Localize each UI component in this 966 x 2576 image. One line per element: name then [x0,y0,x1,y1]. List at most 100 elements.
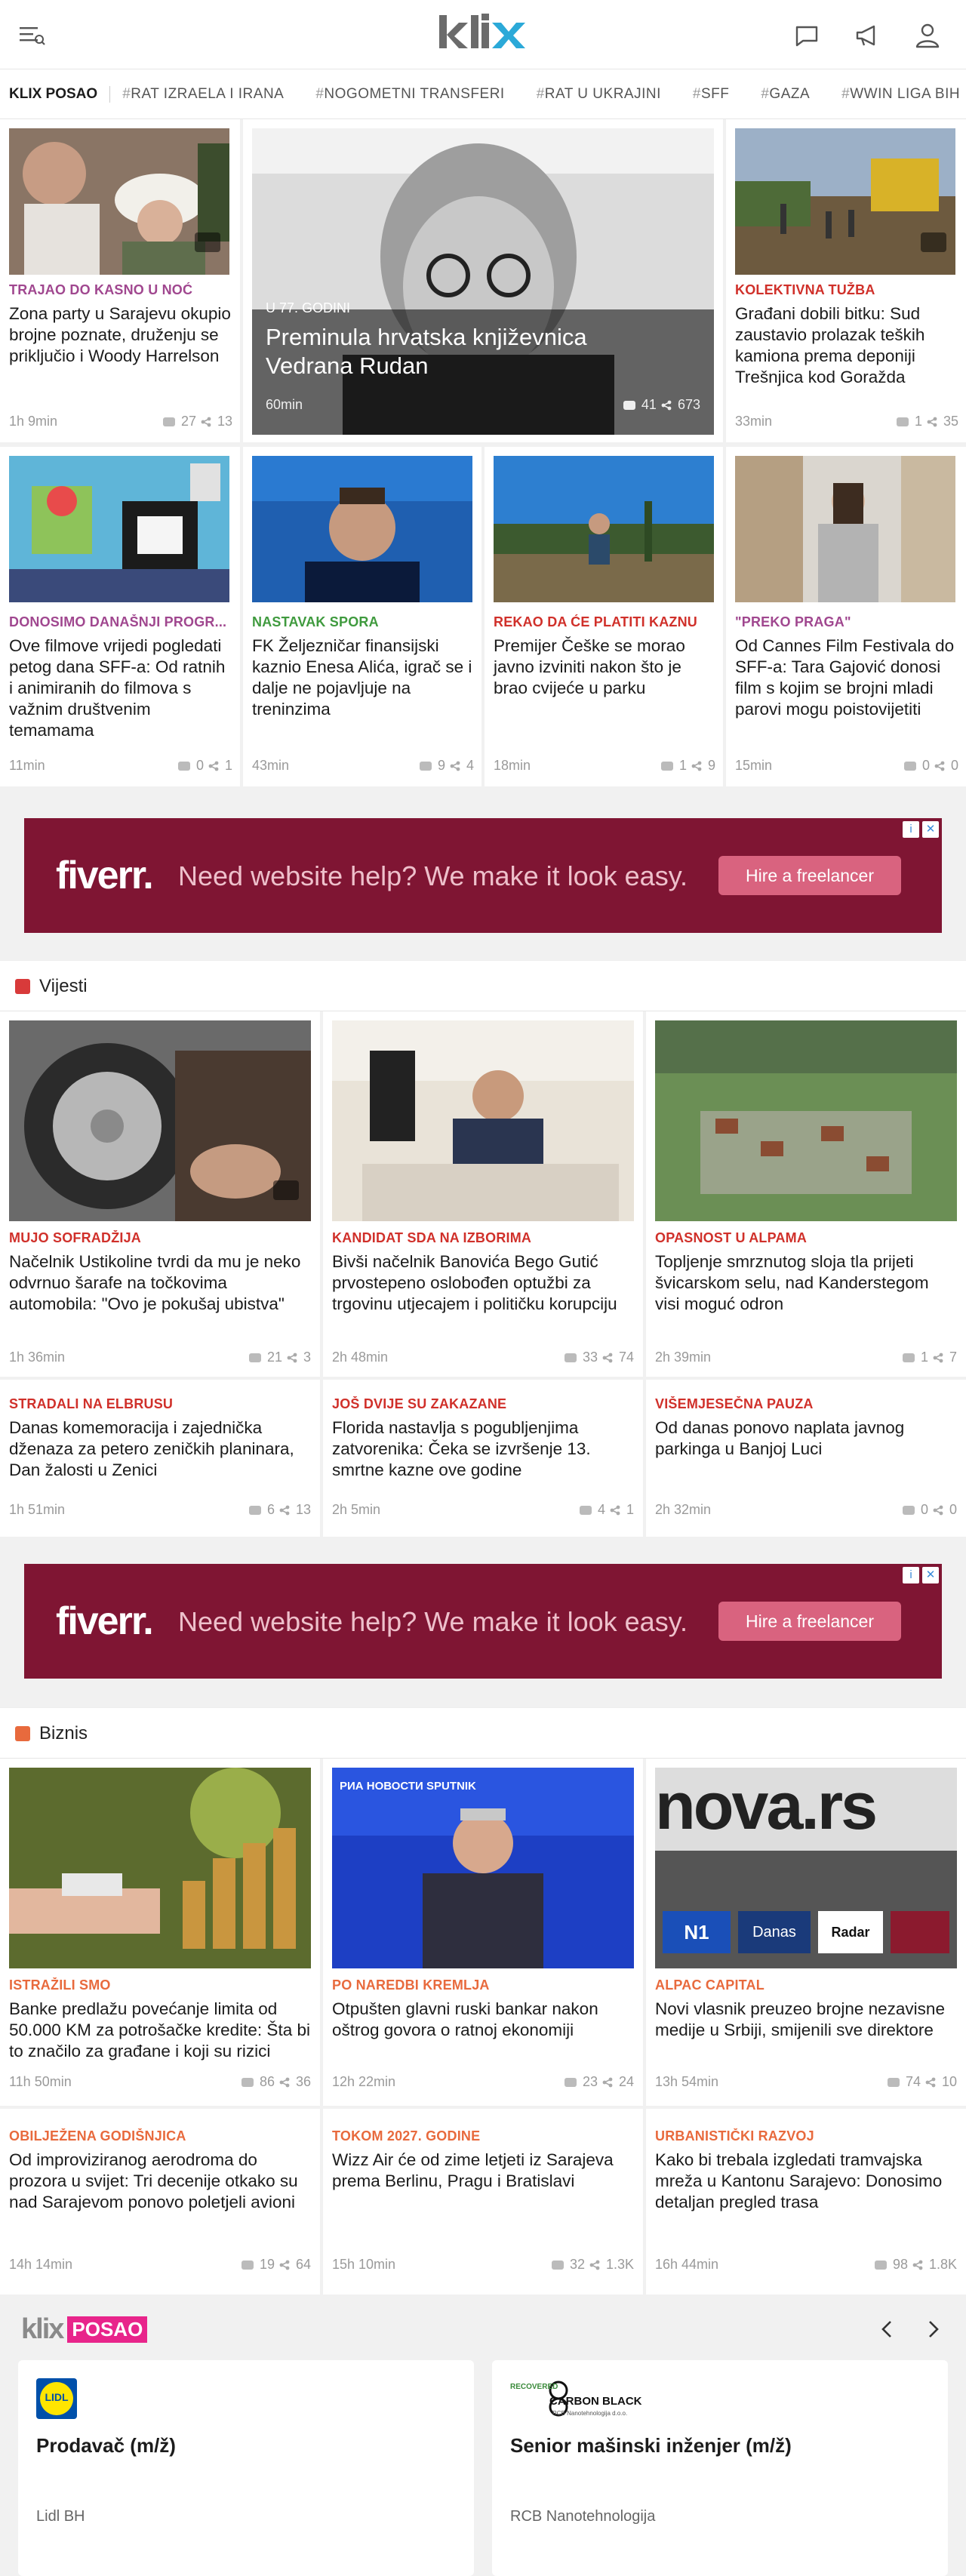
ad-info-icon[interactable]: i [903,1567,919,1583]
article-title: Ove filmove vrijedi pogledati petog dana… [9,636,226,740]
tag-link[interactable]: #WWIN LIGA BIH [841,86,960,103]
share-count: 13 [217,414,232,429]
article-meta: 2h 48min 33 74 [332,1350,634,1365]
section-header-biznis[interactable]: Biznis [0,1707,966,1759]
article-card[interactable]: REKAO DA ĆE PLATITI KAZNU Premijer Češke… [485,447,723,786]
share-icon [201,417,211,426]
posao-logo-badge: POSAO [67,2316,148,2343]
article-card[interactable]: nova.rs N1 Danas Radar ALPAC CAPITAL Nov… [646,1759,966,2106]
article-card[interactable]: MUJO SOFRADŽIJA Načelnik Ustikoline tvrd… [0,1011,320,1377]
article-time: 13h 54min [655,2074,719,2089]
chevron-left-icon[interactable] [877,2317,898,2341]
ad-info-icon[interactable]: i [903,821,919,838]
article-card[interactable]: TRAJAO DO KASNO U NOĆ Zona party u Saraj… [0,119,240,442]
comment-count: 41 [641,397,657,412]
article-card[interactable]: ISTRAŽILI SMO Banke predlažu povećanje l… [0,1759,320,2106]
tag-link[interactable]: #RAT U UKRAJINI [537,86,661,103]
megaphone-icon[interactable] [853,21,881,50]
fiverr-ad-banner[interactable]: fiverr. Need website help? We make it lo… [24,1564,942,1679]
comment-count: 1 [914,414,922,429]
ad-close-icon[interactable]: ✕ [922,821,939,838]
chevron-right-icon[interactable] [922,2317,943,2341]
hash-icon: # [122,85,131,102]
comment-count: 23 [582,2074,598,2089]
article-category: MUJO SOFRADŽIJA [9,1230,142,1245]
comment-icon [887,2077,900,2087]
article-meta: 2h 5min 4 1 [332,1502,634,1518]
ad-close-icon[interactable]: ✕ [922,1567,939,1583]
job-card[interactable]: RECOVERED CARBON BLACK RCB Nanotehnologi… [492,2360,948,2576]
article-card[interactable]: STRADALI NA ELBRUSU Danas komemoracija i… [0,1380,320,1537]
share-icon [661,400,672,410]
article-category: KANDIDAT SDA NA IZBORIMA [332,1230,532,1245]
article-card[interactable]: JOŠ DVIJE SU ZAKAZANE Florida nastavlja … [323,1380,643,1537]
share-icon [450,761,460,771]
comment-icon [241,2260,254,2270]
article-title: Zona party u Sarajevu okupio brojne pozn… [9,304,231,365]
ad-text: Need website help? We make it look easy. [178,860,688,891]
ad-cta-button[interactable]: Hire a freelancer [718,1602,901,1641]
article-card[interactable]: URBANISTIČKI RAZVOJ Kako bi trebala izgl… [646,2109,966,2294]
comment-count: 6 [266,1502,275,1517]
klix-posao-logo[interactable]: klix POSAO [21,2313,148,2345]
article-category: VIŠEMJESEČNA PAUZA [655,1396,814,1411]
comment-icon [896,417,909,426]
share-icon [208,761,219,771]
share-count: 673 [677,397,700,412]
article-time: 2h 39min [655,1350,712,1365]
job-card[interactable]: LIDL Prodavač (m/ž) Lidl BH [18,2360,474,2576]
tag-link[interactable]: #RAT IZRAELA I IRANA [122,86,284,103]
comment-icon [162,417,175,426]
user-icon[interactable] [913,21,942,50]
article-title: Wizz Air će od zime letjeti iz Sarajeva … [332,2150,614,2190]
article-card[interactable]: РИА НОВОСТИ SPUTNIK PO NAREDBI KREMLJA O… [323,1759,643,2106]
klix-posao-link[interactable]: KLIX POSAO [9,85,111,103]
article-card[interactable]: KOLEKTIVNA TUŽBA Građani dobili bitku: S… [726,119,966,442]
comment-icon [903,761,916,771]
klix-logo[interactable] [436,11,530,56]
article-card[interactable]: DONOSIMO DANAŠNJI PROGR... Ove filmove v… [0,447,240,786]
tag-link[interactable]: #NOGOMETNI TRANSFERI [315,86,504,103]
comment-count: 0 [195,758,204,773]
comment-icon [419,761,432,771]
ad-cta-button[interactable]: Hire a freelancer [718,856,901,895]
article-meta: 11min 0 1 [9,758,232,774]
fiverr-ad-banner[interactable]: fiverr. Need website help? We make it lo… [24,818,942,933]
image-overlay-text: РИА НОВОСТИ SPUTNIK [340,1780,476,1793]
article-card[interactable]: OPASNOST U ALPAMA Topljenje smrznutog sl… [646,1011,966,1377]
comment-count: 4 [597,1502,605,1517]
tag-link[interactable]: #SFF [693,86,729,103]
article-card[interactable]: NASTAVAK SPORA FK Željezničar finansijsk… [243,447,481,786]
article-card[interactable]: KANDIDAT SDA NA IZBORIMA Bivši načelnik … [323,1011,643,1377]
article-card[interactable]: VIŠEMJESEČNA PAUZA Od danas ponovo napla… [646,1380,966,1537]
article-image [494,456,714,602]
comment-count: 1 [678,758,687,773]
section-header-vijesti[interactable]: Vijesti [0,960,966,1011]
image-overlay-text: N1 [663,1911,731,1953]
share-count: 0 [949,1502,957,1517]
share-count: 9 [707,758,715,773]
trending-tags-bar: KLIX POSAO #RAT IZRAELA I IRANA #NOGOMET… [0,69,966,119]
posao-logo-klix: klix [21,2313,64,2345]
comment-count: 1 [920,1350,928,1365]
tag-link[interactable]: #GAZA [761,86,810,103]
chat-icon[interactable] [792,21,821,50]
video-icon [195,232,220,252]
article-card[interactable]: "PREKO PRAGA" Od Cannes Film Festivala d… [726,447,966,786]
share-count: 3 [303,1350,311,1365]
comment-icon [874,2260,887,2270]
menu-icon[interactable] [18,23,45,47]
comment-count: 86 [259,2074,275,2089]
article-card[interactable]: TOKOM 2027. GODINE Wizz Air će od zime l… [323,2109,643,2294]
share-count: 24 [618,2074,634,2089]
article-meta: 13h 54min 74 10 [655,2074,957,2090]
job-title: Prodavač (m/ž) [36,2434,176,2457]
article-time: 1h 51min [9,1502,66,1517]
hero-article-card[interactable]: U 77. GODINI Preminula hrvatska književn… [243,119,723,442]
tag-label: NOGOMETNI TRANSFERI [324,85,505,102]
share-icon [691,761,702,771]
share-count: 13 [295,1502,311,1517]
job-company: RCB Nanotehnologija [510,2508,656,2525]
article-card[interactable]: OBILJEŽENA GODIŠNJICA Od improviziranog … [0,2109,320,2294]
share-count: 7 [949,1350,957,1365]
